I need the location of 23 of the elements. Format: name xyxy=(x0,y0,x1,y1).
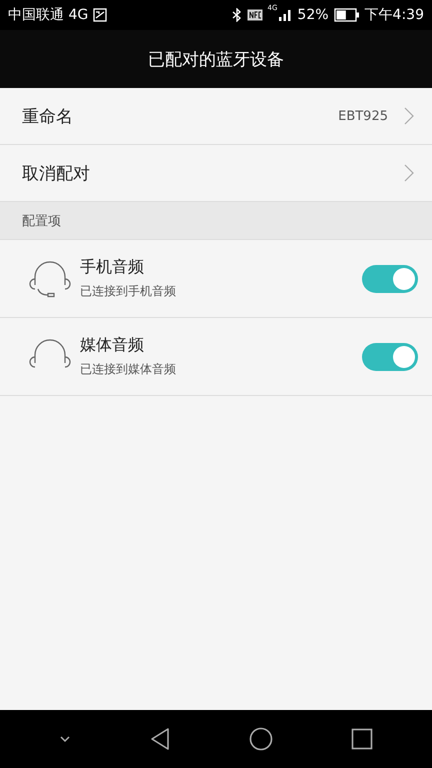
profile-status: 已连接到媒体音频 xyxy=(80,361,176,378)
profile-status: 已连接到手机音频 xyxy=(80,283,176,300)
clock: 下午4:39 xyxy=(364,6,424,24)
chevron-icon xyxy=(404,107,414,125)
signal-icon xyxy=(278,8,292,22)
section-title: 配置项 xyxy=(22,212,61,230)
settings-row[interactable]: 重命名 EBT925 xyxy=(0,88,432,145)
chevron-icon xyxy=(404,164,414,182)
back-icon[interactable] xyxy=(149,727,171,751)
home-icon[interactable] xyxy=(249,727,273,751)
image-icon xyxy=(93,8,108,22)
nfc-icon xyxy=(246,9,263,21)
profile-name: 手机音频 xyxy=(80,257,145,278)
toggle-switch[interactable] xyxy=(362,264,418,292)
battery-percent: 52% xyxy=(297,7,329,23)
profile-name: 媒体音频 xyxy=(80,335,145,356)
carrier-name: 中国联通 4G xyxy=(8,6,88,24)
toggle-switch[interactable] xyxy=(362,342,418,370)
chevron-down-icon[interactable] xyxy=(59,735,71,743)
battery-icon xyxy=(334,8,360,22)
page-title: 已配对的蓝牙设备 xyxy=(148,48,284,70)
recents-icon[interactable] xyxy=(351,728,373,750)
bluetooth-icon xyxy=(232,8,242,22)
